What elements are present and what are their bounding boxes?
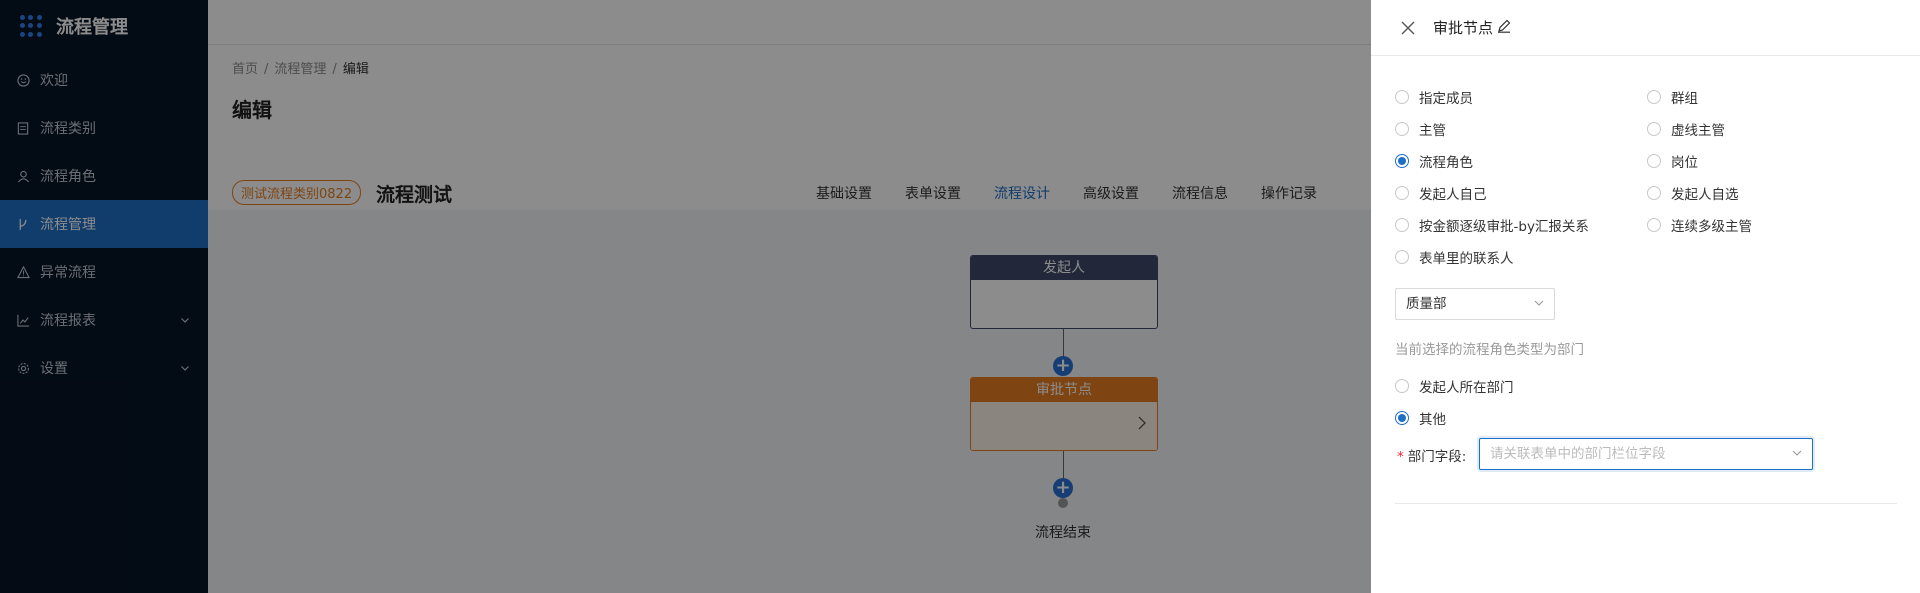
radio-supervisor[interactable]: 主管 [1395, 119, 1446, 139]
required-mark: * [1397, 449, 1404, 465]
radio-initiator-department[interactable]: 发起人所在部门 [1395, 376, 1514, 396]
radio-label: 虚线主管 [1671, 123, 1725, 139]
radio-dotted-line-supervisor[interactable]: 虚线主管 [1647, 119, 1725, 139]
radio-label: 按金额逐级审批-by汇报关系 [1419, 219, 1589, 235]
radio-label: 发起人所在部门 [1419, 380, 1514, 396]
radio-label: 连续多级主管 [1671, 219, 1752, 235]
radio-label: 岗位 [1671, 155, 1698, 171]
radio-circle[interactable] [1395, 250, 1409, 264]
flow-role-select[interactable]: 质量部 [1395, 288, 1555, 320]
radio-label: 指定成员 [1419, 91, 1473, 107]
radio-circle[interactable] [1647, 122, 1661, 136]
close-icon[interactable] [1401, 16, 1415, 40]
radio-circle[interactable] [1647, 90, 1661, 104]
chevron-down-icon [1534, 289, 1544, 319]
radio-circle[interactable] [1395, 411, 1409, 425]
radio-circle[interactable] [1395, 90, 1409, 104]
radio-group[interactable]: 群组 [1647, 87, 1698, 107]
radio-label: 其他 [1419, 412, 1446, 428]
radio-assigned-member[interactable]: 指定成员 [1395, 87, 1473, 107]
radio-flow-role[interactable]: 流程角色 [1395, 151, 1473, 171]
radio-amount-by-report[interactable]: 按金额逐级审批-by汇报关系 [1395, 215, 1589, 235]
radio-initiator-self[interactable]: 发起人自己 [1395, 183, 1487, 203]
drawer-title: 审批节点 [1433, 19, 1494, 37]
radio-circle[interactable] [1647, 218, 1661, 232]
radio-label: 群组 [1671, 91, 1698, 107]
radio-multi-level-supervisor[interactable]: 连续多级主管 [1647, 215, 1752, 235]
dept-field-label: * 部门字段: [1397, 445, 1466, 465]
radio-circle[interactable] [1647, 154, 1661, 168]
radio-label: 表单里的联系人 [1419, 251, 1514, 267]
radio-initiator-choose[interactable]: 发起人自选 [1647, 183, 1739, 203]
role-type-hint: 当前选择的流程角色类型为部门 [1395, 342, 1584, 358]
radio-label: 发起人自选 [1671, 187, 1739, 203]
radio-circle[interactable] [1395, 218, 1409, 232]
radio-circle[interactable] [1395, 379, 1409, 393]
drawer-header: 审批节点 [1371, 0, 1920, 56]
radio-form-contact[interactable]: 表单里的联系人 [1395, 247, 1514, 267]
approval-node-drawer: 审批节点 指定成员 群组 主管 虚线主管 流程角色 岗位 发起人自己 发起人自选… [1371, 0, 1920, 593]
radio-circle[interactable] [1647, 186, 1661, 200]
radio-other[interactable]: 其他 [1395, 408, 1446, 428]
select-value: 质量部 [1406, 296, 1447, 312]
dept-field-select[interactable]: 请关联表单中的部门栏位字段 [1479, 438, 1813, 470]
edit-icon[interactable] [1497, 19, 1511, 37]
radio-label: 发起人自己 [1419, 187, 1487, 203]
radio-position[interactable]: 岗位 [1647, 151, 1698, 171]
dept-field-label-text: 部门字段: [1407, 449, 1467, 465]
divider [1395, 503, 1897, 504]
modal-overlay[interactable] [0, 0, 1371, 593]
dept-field-placeholder: 请关联表单中的部门栏位字段 [1490, 446, 1666, 462]
radio-circle[interactable] [1395, 154, 1409, 168]
chevron-down-icon [1792, 439, 1802, 469]
radio-label: 流程角色 [1419, 155, 1473, 171]
radio-circle[interactable] [1395, 186, 1409, 200]
radio-circle[interactable] [1395, 122, 1409, 136]
radio-label: 主管 [1419, 123, 1446, 139]
